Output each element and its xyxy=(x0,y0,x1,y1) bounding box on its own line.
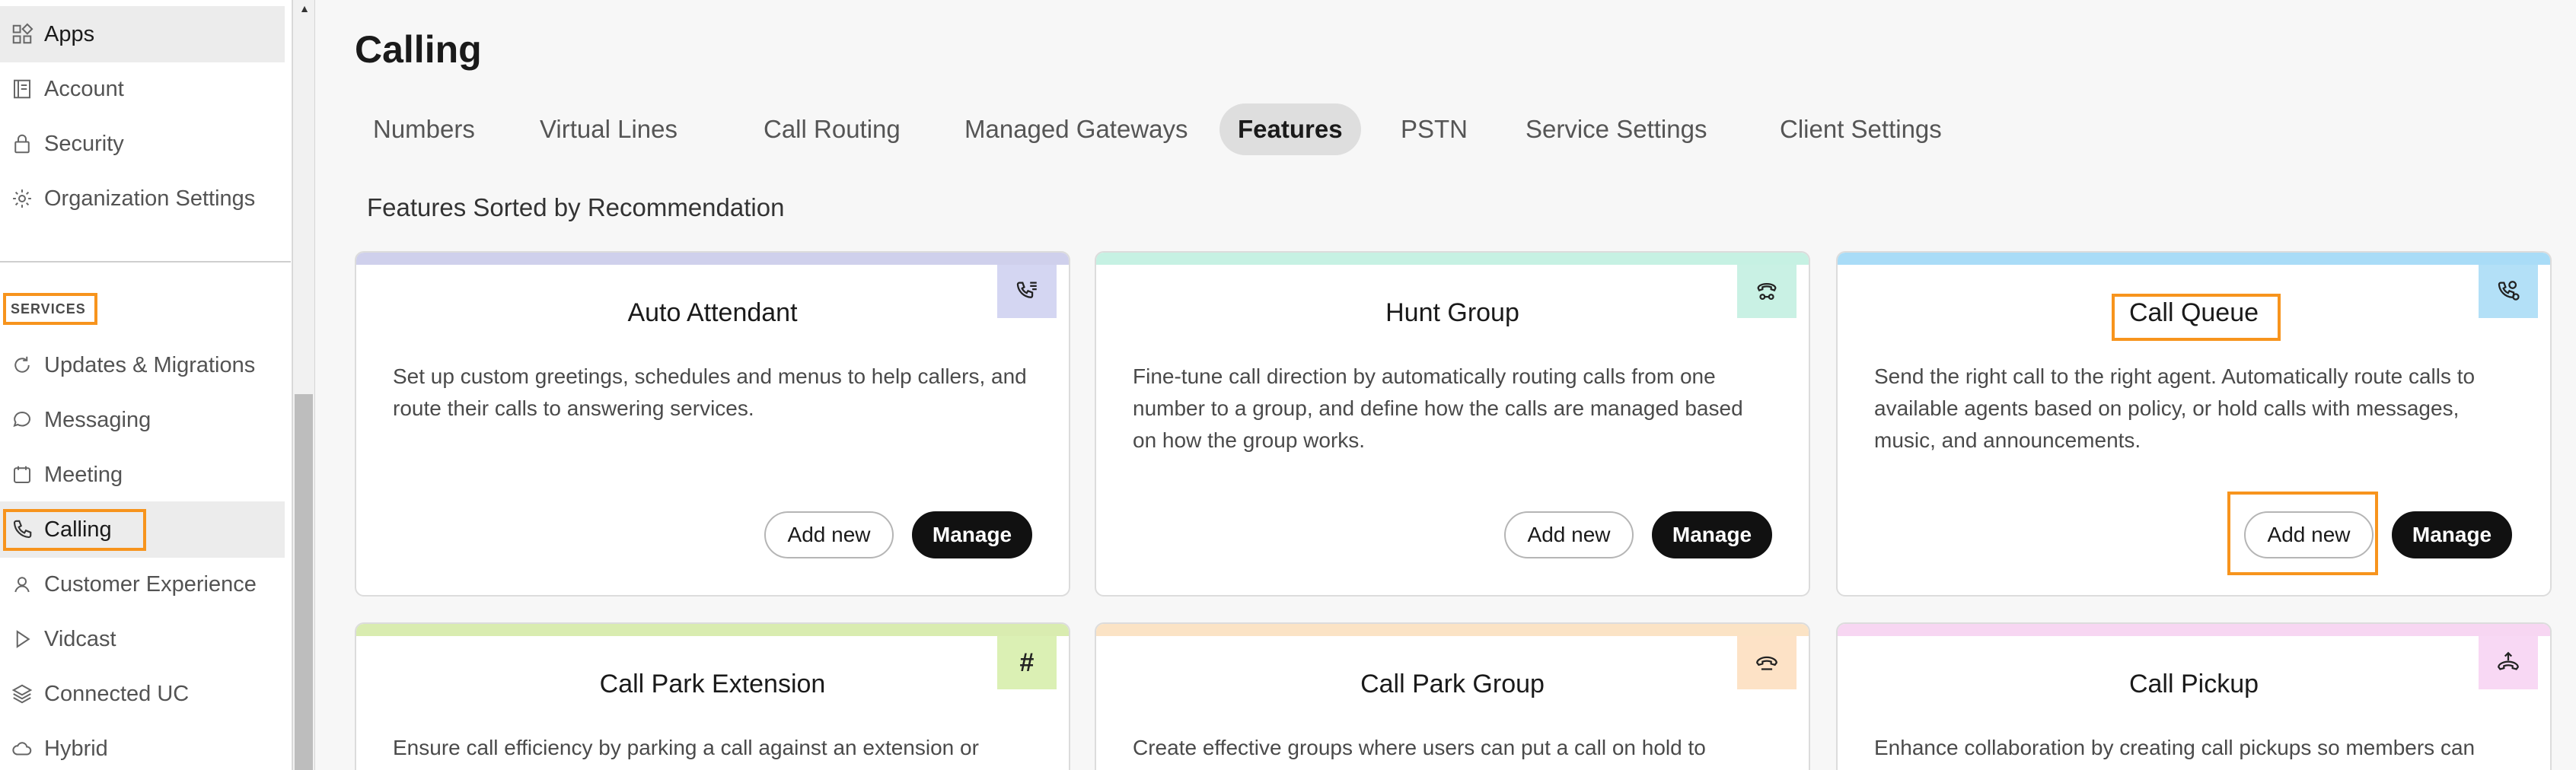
calendar-icon xyxy=(0,447,44,503)
sidebar-item-label: Organization Settings xyxy=(44,186,256,211)
card-title: Call Park Group xyxy=(1360,670,1545,698)
sidebar-item-label: Messaging xyxy=(44,407,151,432)
feature-card-call-queue: Call Queue Send the right call to the ri… xyxy=(1836,251,2552,597)
card-title: Auto Attendant xyxy=(627,298,798,327)
sidebar-divider xyxy=(0,261,291,262)
scroll-up-arrow-icon[interactable]: ▲ xyxy=(293,0,316,17)
gear-icon xyxy=(0,170,44,227)
card-accent-stripe xyxy=(1096,624,1809,636)
phone-icon xyxy=(0,501,44,558)
card-title: Call Pickup xyxy=(2128,670,2259,698)
tab-pstn[interactable]: PSTN xyxy=(1382,103,1486,155)
sidebar-item-apps[interactable]: Apps xyxy=(0,6,285,62)
card-title: Hunt Group xyxy=(1385,298,1519,327)
tab-service-settings[interactable]: Service Settings xyxy=(1507,103,1725,155)
section-title: Features Sorted by Recommendation xyxy=(367,193,785,221)
sidebar-item-label: Calling xyxy=(44,517,112,542)
sidebar-item-messaging[interactable]: Messaging xyxy=(0,392,285,448)
sidebar-item-label: Customer Experience xyxy=(44,571,257,597)
card-description: Fine-tune call direction by automaticall… xyxy=(1133,364,1743,452)
sidebar-item-label: Updates & Migrations xyxy=(44,352,256,377)
add-new-button[interactable]: Add new xyxy=(2244,511,2374,558)
sidebar-item-meeting[interactable]: Meeting xyxy=(0,447,285,503)
tab-call-routing[interactable]: Call Routing xyxy=(745,103,919,155)
sidebar-item-organization-settings[interactable]: Organization Settings xyxy=(0,170,285,227)
account-icon xyxy=(0,61,44,117)
feature-card-auto-attendant: Auto Attendant Set up custom greetings, … xyxy=(355,251,1070,597)
sidebar-item-label: Connected UC xyxy=(44,681,190,706)
card-title: Call Park Extension xyxy=(599,670,826,698)
scrollbar-thumb[interactable] xyxy=(295,394,313,770)
sidebar-item-account[interactable]: Account xyxy=(0,61,285,117)
manage-button[interactable]: Manage xyxy=(2392,511,2512,558)
card-description: Enhance collaboration by creating call p… xyxy=(1874,736,2476,759)
tab-client-settings[interactable]: Client Settings xyxy=(1761,103,1960,155)
sidebar-item-vidcast[interactable]: Vidcast xyxy=(0,611,285,667)
card-title: Call Queue xyxy=(2128,298,2259,327)
card-description: Ensure call efficiency by parking a call… xyxy=(393,736,979,759)
sidebar-item-label: Security xyxy=(44,131,124,156)
sidebar-item-label: Account xyxy=(44,76,124,101)
tab-numbers[interactable]: Numbers xyxy=(355,103,493,155)
refresh-icon xyxy=(0,337,44,393)
sidebar-item-label: Vidcast xyxy=(44,626,116,651)
card-accent-stripe xyxy=(356,253,1069,265)
sidebar-item-hybrid[interactable]: Hybrid xyxy=(0,721,285,770)
apps-icon xyxy=(0,6,44,62)
sidebar-item-label: Apps xyxy=(44,21,95,46)
card-accent-stripe xyxy=(1096,253,1809,265)
services-section-header: SERVICES xyxy=(3,293,97,325)
manage-button[interactable]: Manage xyxy=(1652,511,1772,558)
feature-card-hunt-group: Hunt Group Fine-tune call direction by a… xyxy=(1095,251,1810,597)
feature-card-call-park-extension: # Call Park Extension Ensure call effici… xyxy=(355,622,1070,770)
tab-features[interactable]: Features xyxy=(1219,103,1361,155)
manage-button[interactable]: Manage xyxy=(912,511,1032,558)
chat-bubble-icon xyxy=(0,392,44,448)
card-accent-stripe xyxy=(1838,253,2550,265)
page-title: Calling xyxy=(355,28,482,71)
card-accent-stripe xyxy=(356,624,1069,636)
sidebar: Apps Account Security Organization Setti… xyxy=(0,0,292,770)
feature-card-call-park-group: Call Park Group Create effective groups … xyxy=(1095,622,1810,770)
cloud-icon xyxy=(0,721,44,770)
sidebar-item-security[interactable]: Security xyxy=(0,116,285,172)
add-new-button[interactable]: Add new xyxy=(764,511,894,558)
card-description: Send the right call to the right agent. … xyxy=(1874,364,2476,452)
tab-managed-gateways[interactable]: Managed Gateways xyxy=(946,103,1207,155)
feature-card-call-pickup: Call Pickup Enhance collaboration by cre… xyxy=(1836,622,2552,770)
sidebar-item-label: Hybrid xyxy=(44,736,108,761)
app-root: Apps Account Security Organization Setti… xyxy=(0,0,2576,770)
sidebar-item-updates-migrations[interactable]: Updates & Migrations xyxy=(0,337,285,393)
lock-icon xyxy=(0,116,44,172)
tab-virtual-lines[interactable]: Virtual Lines xyxy=(521,103,696,155)
card-description: Set up custom greetings, schedules and m… xyxy=(393,364,1027,420)
sidebar-item-connected-uc[interactable]: Connected UC xyxy=(0,666,285,722)
sidebar-item-calling[interactable]: Calling xyxy=(0,501,285,558)
headset-icon xyxy=(0,556,44,612)
sidebar-item-label: Meeting xyxy=(44,462,123,487)
play-icon xyxy=(0,611,44,667)
layers-icon xyxy=(0,666,44,722)
sidebar-scrollbar[interactable]: ▲ xyxy=(292,0,315,770)
card-description: Create effective groups where users can … xyxy=(1133,736,1706,759)
sidebar-item-customer-experience[interactable]: Customer Experience xyxy=(0,556,285,612)
card-accent-stripe xyxy=(1838,624,2550,636)
add-new-button[interactable]: Add new xyxy=(1504,511,1634,558)
